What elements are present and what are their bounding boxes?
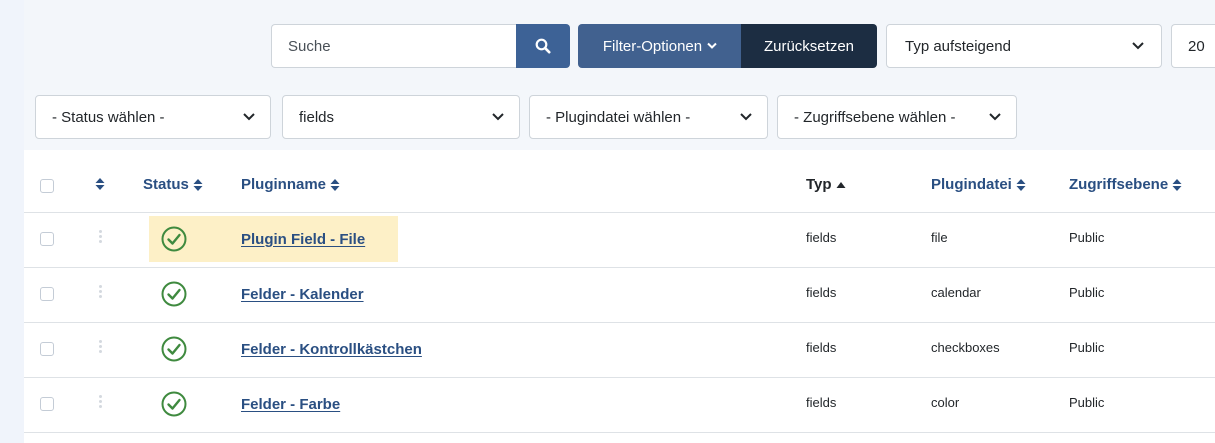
list-limit-select[interactable]: 20 [1171, 24, 1215, 68]
status-filter-value: - Status wählen - [52, 108, 165, 126]
chevron-down-icon [243, 113, 255, 121]
access-column-label: Zugriffsebene [1069, 176, 1169, 193]
chevron-down-icon [740, 113, 752, 121]
plugins-table: Status Pluginname Typ Plugindatei Zugrif… [24, 150, 1215, 443]
row-checkbox[interactable] [40, 397, 54, 411]
plugin-access: Public [1069, 230, 1105, 245]
plugin-element: checkboxes [931, 340, 1000, 355]
access-column-header[interactable]: Zugriffsebene [1069, 176, 1182, 193]
element-filter-select[interactable]: - Plugindatei wählen - [529, 95, 768, 139]
sort-select[interactable]: Typ aufsteigend [886, 24, 1162, 68]
access-filter-value: - Zugriffsebene wählen - [794, 108, 956, 126]
status-column-label: Status [143, 176, 189, 193]
element-column-header[interactable]: Plugindatei [931, 176, 1026, 193]
search-input[interactable] [271, 24, 517, 68]
access-filter-select[interactable]: - Zugriffsebene wählen - [777, 95, 1017, 139]
plugin-type: fields [806, 230, 837, 245]
enabled-check-icon[interactable] [160, 280, 188, 308]
status-column-header[interactable]: Status [143, 176, 203, 193]
chevron-down-icon [1132, 42, 1144, 50]
sort-select-value: Typ aufsteigend [905, 37, 1011, 55]
plugin-name-link[interactable]: Felder - Farbe [241, 396, 340, 413]
row-checkbox[interactable] [40, 342, 54, 356]
chevron-down-icon [492, 113, 504, 121]
plugins-panel: Filter-Optionen Zurücksetzen Typ aufstei… [24, 0, 1215, 443]
plugin-type: fields [806, 285, 837, 300]
table-row: Felder - Farbe fields color Public [24, 378, 1215, 433]
sort-icon [1172, 178, 1182, 191]
ordering-column-header[interactable] [95, 177, 105, 191]
plugin-access: Public [1069, 340, 1105, 355]
status-filter-select[interactable]: - Status wählen - [35, 95, 271, 139]
table-row: Felder - Kontrollkästchen fields checkbo… [24, 323, 1215, 378]
name-column-label: Pluginname [241, 176, 327, 193]
table-row: Felder - Kalender fields calendar Public [24, 268, 1215, 323]
plugin-name-link[interactable]: Felder - Kalender [241, 286, 364, 303]
search-toolbar: Filter-Optionen Zurücksetzen Typ aufstei… [24, 0, 1215, 90]
sort-icon [193, 178, 203, 191]
plugin-access: Public [1069, 395, 1105, 410]
plugin-name-link[interactable]: Plugin Field - File [241, 231, 365, 248]
drag-handle-icon[interactable] [99, 230, 103, 245]
type-column-label: Typ [806, 176, 832, 193]
search-icon [535, 38, 551, 54]
chevron-down-icon [989, 113, 1001, 121]
filter-options-button[interactable]: Filter-Optionen [578, 24, 742, 68]
enabled-check-icon[interactable] [160, 225, 188, 253]
sort-icon [95, 178, 105, 190]
plugin-element: file [931, 230, 948, 245]
folder-filter-value: fields [299, 108, 335, 126]
chevron-down-icon [707, 42, 717, 49]
drag-handle-icon[interactable] [99, 395, 103, 410]
sort-icon [1016, 178, 1026, 191]
filter-bar: - Status wählen - fields - Plugindatei w… [24, 90, 1215, 150]
row-checkbox[interactable] [40, 287, 54, 301]
reset-button[interactable]: Zurücksetzen [741, 24, 877, 68]
plugin-type: fields [806, 395, 837, 410]
type-column-header[interactable]: Typ [806, 176, 846, 193]
enabled-check-icon[interactable] [160, 390, 188, 418]
enabled-check-icon[interactable] [160, 335, 188, 363]
list-limit-value: 20 [1188, 37, 1205, 55]
filter-options-label: Filter-Optionen [602, 37, 703, 55]
select-all-checkbox[interactable] [40, 179, 54, 193]
drag-handle-icon[interactable] [99, 340, 103, 355]
element-filter-value: - Plugindatei wählen - [546, 108, 691, 126]
table-row: Plugin Field - File fields file Public [24, 213, 1215, 268]
sort-ascending-icon [836, 181, 846, 188]
search-button[interactable] [516, 24, 570, 68]
drag-handle-icon[interactable] [99, 285, 103, 300]
element-column-label: Plugindatei [931, 176, 1012, 193]
name-column-header[interactable]: Pluginname [241, 176, 340, 193]
plugin-access: Public [1069, 285, 1105, 300]
row-checkbox[interactable] [40, 232, 54, 246]
plugin-element: calendar [931, 285, 981, 300]
plugin-name-link[interactable]: Felder - Kontrollkästchen [241, 341, 422, 358]
sort-icon [330, 178, 340, 191]
folder-filter-select[interactable]: fields [282, 95, 520, 139]
table-header: Status Pluginname Typ Plugindatei Zugrif… [24, 150, 1215, 213]
plugin-type: fields [806, 340, 837, 355]
plugin-element: color [931, 395, 960, 410]
